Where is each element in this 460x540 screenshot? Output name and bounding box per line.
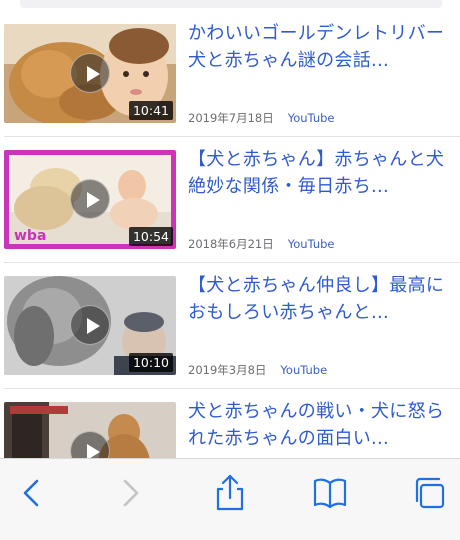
video-result[interactable]: 10:10 【犬と赤ちゃん仲良し】最高におもしろい赤ちゃんと... 2019年3… (0, 272, 460, 392)
video-title-link[interactable]: 犬と赤ちゃんの戦い・犬に怒られた赤ちゃんの面白い... (188, 398, 456, 452)
play-icon (70, 179, 110, 219)
video-thumbnail[interactable]: 10:10 (4, 276, 176, 375)
video-date: 2018年6月21日 (188, 237, 274, 251)
video-duration: 10:10 (128, 353, 173, 372)
video-thumbnail[interactable] (4, 402, 176, 458)
tabs-button[interactable] (410, 473, 450, 513)
tabs-icon (415, 477, 445, 509)
browser-toolbar (0, 458, 460, 540)
share-button[interactable] (210, 473, 250, 513)
video-result[interactable]: 犬と赤ちゃんの戦い・犬に怒られた赤ちゃんの面白い... (0, 398, 460, 458)
bookmarks-button[interactable] (310, 473, 350, 513)
play-icon (70, 431, 110, 458)
search-results-list: 10:41 かわいいゴールデンレトリバー犬と赤ちゃん謎の会話... 2019年7… (0, 0, 460, 458)
back-icon (23, 479, 39, 507)
forward-icon (123, 479, 139, 507)
video-title-link[interactable]: かわいいゴールデンレトリバー犬と赤ちゃん謎の会話... (188, 20, 456, 74)
video-result[interactable]: 10:41 かわいいゴールデンレトリバー犬と赤ちゃん謎の会話... 2019年7… (0, 20, 460, 140)
share-icon (216, 474, 244, 511)
video-date: 2019年3月8日 (188, 363, 267, 377)
video-thumbnail[interactable]: wba 10:54 (4, 150, 176, 249)
back-button[interactable] (12, 473, 52, 513)
bookmarks-icon (313, 478, 347, 509)
video-source: YouTube (280, 363, 328, 377)
video-meta: 2018年6月21日 YouTube (188, 236, 334, 252)
video-title-link[interactable]: 【犬と赤ちゃん仲良し】最高におもしろい赤ちゃんと... (188, 272, 456, 326)
play-icon (70, 305, 110, 345)
video-source: YouTube (287, 111, 335, 125)
video-meta: 2019年3月8日 YouTube (188, 362, 327, 378)
video-date: 2019年7月18日 (188, 111, 274, 125)
video-title-link[interactable]: 【犬と赤ちゃん】赤ちゃんと犬絶妙な関係・毎日赤ち... (188, 146, 456, 200)
forward-button[interactable] (110, 473, 150, 513)
video-duration: 10:41 (128, 101, 173, 120)
video-thumbnail[interactable]: 10:41 (4, 24, 176, 123)
play-icon (70, 53, 110, 93)
video-meta: 2019年7月18日 YouTube (188, 110, 334, 126)
divider (4, 136, 460, 137)
video-result[interactable]: wba 10:54 【犬と赤ちゃん】赤ちゃんと犬絶妙な関係・毎日赤ち... 20… (0, 146, 460, 266)
svg-text:wba: wba (14, 228, 46, 244)
divider (4, 388, 460, 389)
video-duration: 10:54 (128, 227, 173, 246)
divider (4, 262, 460, 263)
video-source: YouTube (287, 237, 335, 251)
